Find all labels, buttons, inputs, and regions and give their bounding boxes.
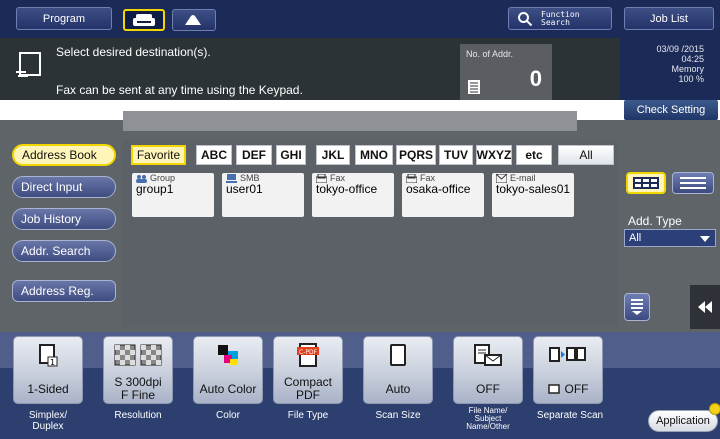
address-count: 0 <box>529 66 542 91</box>
entry-name: user01 <box>226 182 263 196</box>
tab-mno[interactable]: MNO <box>355 145 393 165</box>
address-entry-user01[interactable]: SMB user01 <box>222 173 304 217</box>
address-count-label: No. of Addr. <box>466 49 514 59</box>
entry-name: tokyo-office <box>316 182 378 196</box>
simplex-icon: 1 <box>14 341 82 369</box>
check-setting-button[interactable]: Check Setting <box>624 100 718 120</box>
search-icon <box>518 11 533 26</box>
list-view-button[interactable] <box>672 172 714 194</box>
double-chevron-left-icon <box>698 301 712 313</box>
color-icon <box>194 341 262 369</box>
entry-name: osaka-office <box>406 182 471 196</box>
grid-view-button[interactable] <box>626 172 666 194</box>
pdf-icon: C-PDF <box>274 341 342 369</box>
file-name-icon <box>454 341 522 369</box>
collapse-panel-button[interactable] <box>690 285 720 329</box>
sidebar-item-direct-input[interactable]: Direct Input <box>12 176 116 198</box>
fax-icon <box>133 14 155 26</box>
color-label: Color <box>216 410 240 421</box>
chevron-down-icon <box>700 236 710 242</box>
scan-size-button[interactable]: Auto <box>363 336 433 404</box>
grid-view-icon <box>633 177 659 189</box>
resolution-button[interactable]: S 300dpi F Fine <box>103 336 173 404</box>
scan-size-label: Scan Size <box>375 410 421 421</box>
sidebar-item-address-book[interactable]: Address Book <box>12 144 116 166</box>
fax-mode-button[interactable] <box>123 9 165 31</box>
tab-tuv[interactable]: TUV <box>439 145 473 165</box>
file-name-label: File Name/ Subject Name/Other <box>466 406 510 431</box>
memory-label: Memory <box>671 64 704 74</box>
list-icon <box>468 80 480 94</box>
entry-name: group1 <box>136 182 174 196</box>
sidebar-item-addr-search[interactable]: Addr. Search <box>12 240 116 262</box>
phone-mode-button[interactable] <box>172 9 216 31</box>
address-entry-tokyo-office[interactable]: Fax tokyo-office <box>312 173 394 217</box>
notification-dot <box>709 403 720 415</box>
phone-icon <box>185 15 201 25</box>
list-down-icon <box>631 299 643 315</box>
separate-scan-label: Separate Scan <box>536 410 604 421</box>
address-entry-osaka-office[interactable]: Fax osaka-office <box>402 173 484 217</box>
tab-pqrs[interactable]: PQRS <box>396 145 436 165</box>
separate-scan-value: OFF <box>534 373 602 405</box>
tab-wxyz[interactable]: WXYZ <box>476 145 512 165</box>
add-type-label: Add. Type <box>628 214 682 228</box>
checkbox-icon <box>547 384 560 394</box>
add-type-select[interactable]: All <box>624 229 716 247</box>
function-search-label: Function Search <box>541 9 580 27</box>
application-button[interactable]: Application <box>648 410 718 432</box>
file-type-button[interactable]: C-PDF Compact PDF <box>273 336 343 404</box>
color-button[interactable]: Auto Color <box>193 336 263 404</box>
status-time: 04:25 <box>681 54 704 64</box>
add-type-value: All <box>629 232 642 244</box>
destination-bar <box>123 111 577 131</box>
list-view-icon <box>680 177 706 189</box>
program-button[interactable]: Program <box>16 7 112 30</box>
tab-def[interactable]: DEF <box>236 145 272 165</box>
address-entry-group1[interactable]: Group group1 <box>132 173 214 217</box>
tab-etc[interactable]: etc <box>516 145 552 165</box>
file-name-value: OFF <box>476 381 500 396</box>
tab-jkl[interactable]: JKL <box>316 145 350 165</box>
address-count-box[interactable]: No. of Addr. 0 <box>460 44 552 100</box>
resolution-label: Resolution <box>114 410 162 421</box>
sidebar-item-job-history[interactable]: Job History <box>12 208 116 230</box>
address-content <box>123 141 618 327</box>
scan-size-value: Auto <box>385 381 411 396</box>
simplex-value: 1-Sided <box>27 381 69 396</box>
scan-size-icon <box>364 341 432 369</box>
separate-scan-state: OFF <box>564 381 589 396</box>
function-search-button[interactable]: Function Search <box>508 7 612 30</box>
destination-icon <box>16 52 41 77</box>
address-entry-tokyo-sales01[interactable]: E-mail tokyo-sales01 <box>492 173 574 217</box>
address-reg-button[interactable]: Address Reg. <box>12 280 116 302</box>
status-panel: 03/09 /2015 04:25 Memory 100 % <box>620 38 720 100</box>
tab-all[interactable]: All <box>558 145 614 165</box>
separate-scan-icon <box>534 341 602 369</box>
simplex-duplex-button[interactable]: 1 1-Sided <box>13 336 83 404</box>
tab-ghi[interactable]: GHI <box>276 145 306 165</box>
job-list-button[interactable]: Job List <box>624 7 714 30</box>
status-date: 03/09 /2015 <box>656 44 704 54</box>
instruction-text: Select desired destination(s). <box>56 45 211 59</box>
file-type-label: File Type <box>287 410 329 421</box>
pdf-badge: C-PDF <box>299 349 318 356</box>
tab-favorite[interactable]: Favorite <box>131 145 186 165</box>
separate-scan-button[interactable]: OFF <box>533 336 603 404</box>
resolution-value: S 300dpi F Fine <box>114 375 162 402</box>
tab-abc[interactable]: ABC <box>196 145 232 165</box>
entry-name: tokyo-sales01 <box>496 182 571 196</box>
scroll-list-button[interactable] <box>624 293 650 321</box>
simplex-duplex-label: Simplex/ Duplex <box>28 410 68 432</box>
keypad-hint-text: Fax can be sent at any time using the Ke… <box>56 83 303 97</box>
memory-value: 100 % <box>678 74 704 84</box>
resolution-icon <box>104 341 172 369</box>
svg-text:1: 1 <box>50 358 55 367</box>
file-name-button[interactable]: OFF <box>453 336 523 404</box>
file-type-value: Compact PDF <box>283 375 333 402</box>
color-value: Auto Color <box>199 381 257 396</box>
